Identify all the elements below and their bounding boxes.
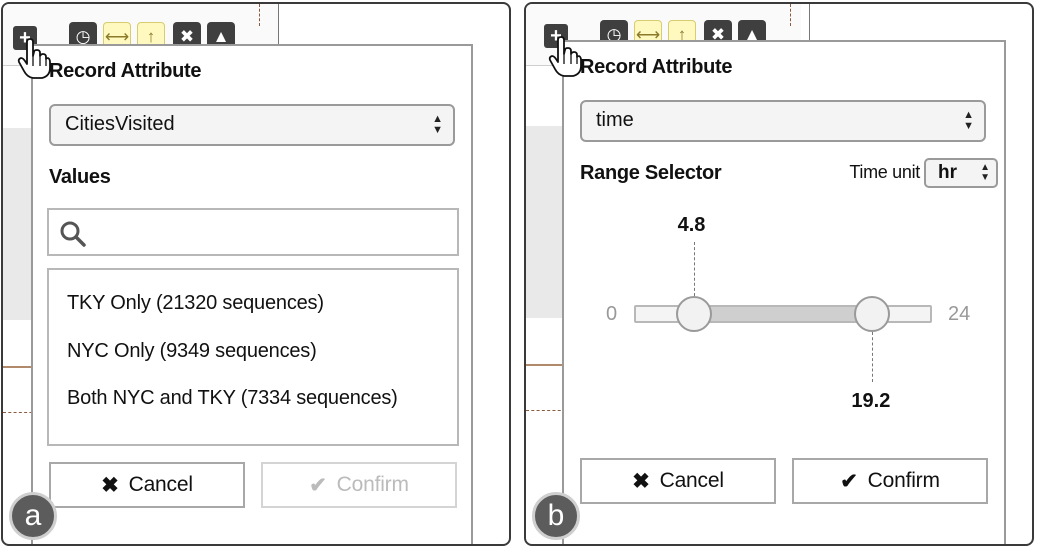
x-icon: ✖ <box>632 469 650 493</box>
low-value-label: 4.8 <box>677 214 706 236</box>
cancel-button[interactable]: ✖ Cancel <box>49 462 245 508</box>
confirm-label: Confirm <box>336 473 409 496</box>
range-low-handle[interactable] <box>675 296 712 332</box>
select-arrows-icon: ▲ ▼ <box>432 113 443 136</box>
attribute-select[interactable]: time ▲ ▼ <box>580 100 986 142</box>
cancel-label: Cancel <box>128 473 193 496</box>
cancel-label: Cancel <box>659 469 724 492</box>
background-dashed-line <box>259 4 260 26</box>
list-item[interactable]: Both NYC and TKY (7334 sequences) <box>67 387 398 410</box>
search-icon <box>60 221 86 247</box>
pointing-hand-cursor-icon <box>548 36 582 77</box>
attribute-select-value: CitiesVisited <box>65 113 175 135</box>
time-unit-select[interactable]: hr ▲ ▼ <box>924 158 998 188</box>
confirm-button[interactable]: ✔ Confirm <box>792 458 988 504</box>
time-unit-label: Time unit <box>849 162 920 182</box>
select-arrows-icon: ▲ ▼ <box>963 109 974 132</box>
popover-title: Record Attribute <box>580 56 733 78</box>
confirm-label: Confirm <box>867 469 940 492</box>
attribute-select[interactable]: CitiesVisited ▲ ▼ <box>49 104 455 146</box>
checkmark-icon: ✔ <box>840 469 858 493</box>
high-value-leader-line <box>872 332 874 382</box>
range-slider-fill <box>695 307 875 321</box>
time-unit-value: hr <box>938 162 957 183</box>
background-dashed-line <box>526 410 566 411</box>
popover-title: Record Attribute <box>49 60 202 82</box>
panel-badge: a <box>9 492 57 540</box>
low-value-leader-line <box>693 242 695 296</box>
list-item[interactable]: TKY Only (21320 sequences) <box>67 292 324 315</box>
attribute-select-value: time <box>596 109 634 131</box>
x-icon: ✖ <box>101 473 119 497</box>
confirm-button[interactable]: ✔ Confirm <box>261 462 457 508</box>
panel-badge: b <box>532 492 580 540</box>
range-selector-label: Range Selector <box>580 162 722 184</box>
record-attribute-popover: Record Attribute CitiesVisited ▲ ▼ Values… <box>31 44 473 544</box>
range-high-handle[interactable] <box>854 296 891 332</box>
range-max-label: 24 <box>948 303 971 325</box>
panel-a: + ◷ ⟷ ↑ ✖ ▲ Record Attribute CitiesVisit… <box>1 2 511 546</box>
checkmark-icon: ✔ <box>309 473 327 497</box>
panel-b: + ◷ ⟷ ↑ ✖ ▲ Record Attribute time ▲ ▼ Ran… <box>524 2 1034 546</box>
list-item[interactable]: NYC Only (9349 sequences) <box>67 340 317 363</box>
values-label: Values <box>49 166 111 188</box>
range-min-label: 0 <box>606 303 618 325</box>
background-dashed-line <box>790 4 791 26</box>
search-input[interactable] <box>47 208 459 256</box>
cancel-button[interactable]: ✖ Cancel <box>580 458 776 504</box>
high-value-label: 19.2 <box>851 390 891 412</box>
values-list: TKY Only (21320 sequences) NYC Only (934… <box>47 268 459 446</box>
record-attribute-popover: Record Attribute time ▲ ▼ Range Selector … <box>562 40 1006 544</box>
pointing-hand-cursor-icon <box>17 38 51 79</box>
select-arrows-icon: ▲ ▼ <box>980 162 990 183</box>
